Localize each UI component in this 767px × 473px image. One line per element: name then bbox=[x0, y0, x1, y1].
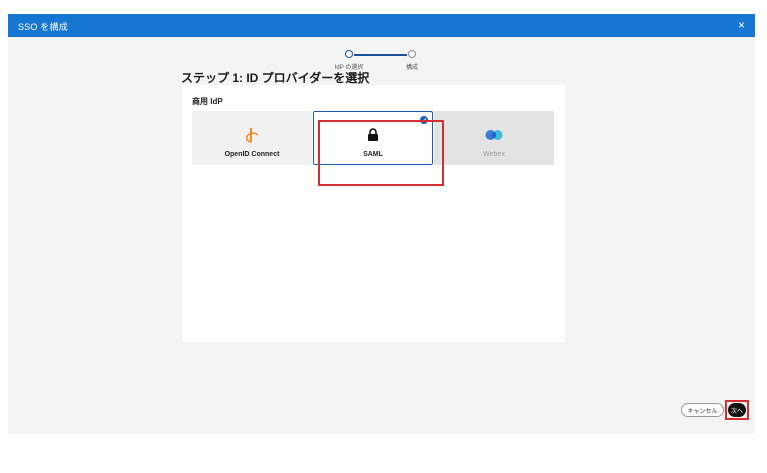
step-connector bbox=[354, 54, 407, 56]
page-title: ステップ 1: ID プロバイダーを選択 bbox=[181, 71, 370, 85]
section-label-commercial-idp: 商用 IdP bbox=[192, 97, 223, 106]
step-2-label: 構成 bbox=[405, 65, 419, 71]
stepper: IdP の選択 構成 bbox=[8, 50, 755, 80]
lock-icon bbox=[363, 125, 383, 145]
next-button[interactable]: 次へ bbox=[728, 403, 746, 417]
provider-card-openid-connect[interactable]: OpenID Connect bbox=[192, 111, 312, 165]
cancel-button[interactable]: キャンセル bbox=[681, 403, 724, 417]
dialog-title: SSO を構成 bbox=[18, 22, 68, 32]
provider-panel: 商用 IdP OpenID Connect SAML Webex bbox=[182, 85, 565, 342]
webex-icon bbox=[484, 125, 504, 145]
provider-card-saml[interactable]: SAML bbox=[313, 111, 433, 165]
close-icon[interactable]: × bbox=[738, 18, 745, 32]
dialog-titlebar: SSO を構成 × bbox=[8, 14, 755, 37]
openid-icon bbox=[242, 125, 262, 145]
provider-card-webex: Webex bbox=[434, 111, 554, 165]
step-2-indicator bbox=[408, 50, 416, 58]
step-1-indicator bbox=[345, 50, 353, 58]
provider-name: OpenID Connect bbox=[224, 150, 280, 158]
provider-name: SAML bbox=[363, 150, 383, 158]
selected-check-icon bbox=[420, 116, 428, 124]
provider-cards: OpenID Connect SAML Webex bbox=[192, 111, 554, 165]
provider-name: Webex bbox=[483, 150, 505, 158]
